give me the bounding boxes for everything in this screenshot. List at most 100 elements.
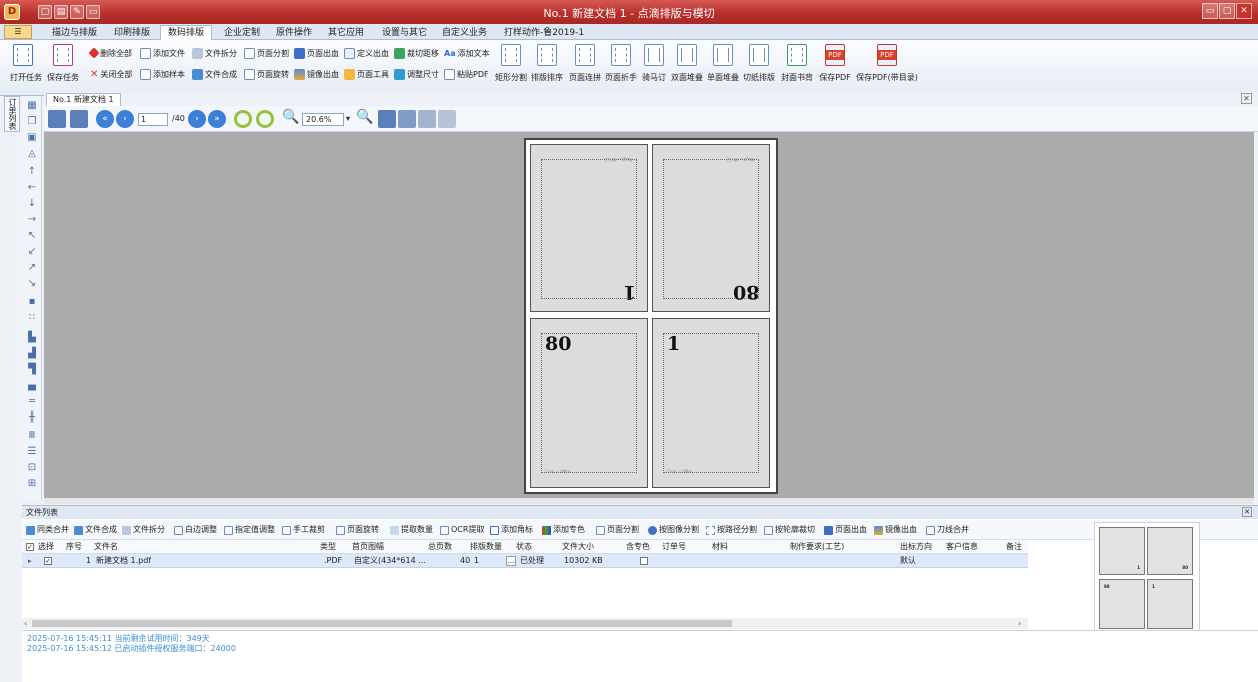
paste-pdf-button[interactable]: 粘贴PDF [444, 67, 489, 81]
canvas-scrollbar[interactable] [44, 498, 1254, 504]
column-header[interactable]: 订单号 [662, 540, 686, 554]
file-merge-button[interactable]: 文件合成 [192, 67, 237, 81]
split-by-path-button[interactable]: 按路径分割 [706, 523, 757, 537]
tab-original-ops[interactable]: 原件操作 [268, 25, 320, 40]
arrow-up-left-icon[interactable]: ↖ [25, 230, 39, 242]
page-cell[interactable]: Magz = Mh12 80 [652, 144, 770, 312]
tab-print-layout[interactable]: 印刷排版 [106, 25, 158, 40]
scroll-right-icon[interactable]: › [1018, 618, 1021, 629]
align-hcenter-icon[interactable]: ═ [25, 396, 39, 408]
page-tool-button[interactable]: 页面工具 [344, 67, 389, 81]
next-page-icon[interactable]: › [188, 110, 206, 128]
open-task-button[interactable]: 打开任务 [10, 44, 42, 83]
zoom-dropdown-icon[interactable]: ▾ [346, 114, 350, 132]
margin-adjust-button[interactable]: 白边调整 [174, 523, 217, 537]
arrow-right-icon[interactable]: → [25, 214, 39, 226]
table-hscrollbar[interactable]: ‹ › [22, 618, 1028, 629]
tab-enterprise[interactable]: 企业定制 [216, 25, 268, 40]
column-header[interactable]: 制作要求(工艺) [790, 540, 844, 554]
align-right-icon[interactable]: ▟ [25, 348, 39, 360]
close-window-button[interactable]: ✕ [1236, 3, 1252, 19]
row-layout-qty[interactable]: 1 [474, 554, 479, 568]
page-rotate-button[interactable]: 页面旋转 [244, 67, 289, 81]
file-split-button[interactable]: 文件拆分 [192, 46, 237, 60]
row-label-direction[interactable]: 默认 [900, 554, 916, 568]
page-split-button[interactable]: 页面分割 [244, 46, 289, 60]
view-double-icon[interactable] [398, 110, 416, 128]
column-header[interactable]: 总页数 [428, 540, 452, 554]
crop-offset-button[interactable]: 裁切距移 [394, 46, 439, 60]
save-task-button[interactable]: 保存任务 [46, 44, 80, 83]
row-filename[interactable]: 新建文档 1.pdf [96, 554, 151, 568]
arrow-up-right-icon[interactable]: ↗ [25, 262, 39, 274]
align-bottom-icon[interactable]: ▄ [25, 380, 39, 392]
column-header[interactable]: 首页图幅 [352, 540, 384, 554]
simplex-stack-button[interactable]: 单面堆叠 [706, 44, 740, 83]
split-by-image-button[interactable]: 按图像分割 [648, 523, 699, 537]
crop-icon[interactable]: ⊞ [25, 478, 39, 490]
row-checkbox[interactable]: ✓ [44, 557, 52, 565]
save-pdf-toc-button[interactable]: 保存PDF(带目录) [856, 44, 918, 83]
align-vcenter-icon[interactable]: ╫ [25, 412, 39, 424]
row-spot-color-checkbox[interactable] [640, 557, 648, 565]
knife-merge-button[interactable]: 刀线合并 [926, 523, 969, 537]
value-adjust-button[interactable]: 指定值调整 [224, 523, 275, 537]
column-header[interactable]: 备注 [1006, 540, 1022, 554]
zoom-select[interactable]: 20.6% [302, 113, 344, 126]
app-menu-button[interactable]: ☰ [4, 25, 32, 39]
merge-similar-button[interactable]: 同类合并 [26, 523, 69, 537]
column-header[interactable]: 序号 [66, 540, 82, 554]
page-split-tool-button[interactable]: 页面分割 [596, 523, 639, 537]
zoom-in-icon[interactable]: 🔍 [282, 109, 299, 127]
page-number-input[interactable]: 1 [138, 113, 168, 126]
arrow-down-icon[interactable]: ↓ [25, 198, 39, 210]
column-header[interactable]: 文件大小 [562, 540, 594, 554]
arrow-left-icon[interactable]: ← [25, 182, 39, 194]
cut-layout-button[interactable]: 切纸排版 [742, 44, 776, 83]
fit-width-icon[interactable] [48, 110, 66, 128]
view-single-icon[interactable] [378, 110, 396, 128]
column-header[interactable]: 文件名 [94, 540, 118, 554]
layout-canvas[interactable]: Magz = Mh12 1 Magz = Mh12 80 80 Crop = 0… [44, 132, 1254, 498]
saddle-stitch-button[interactable]: 骑马订 [640, 44, 668, 83]
add-file-button[interactable]: 添加文件 [140, 46, 185, 60]
page-cell[interactable]: Magz = Mh12 1 [530, 144, 648, 312]
table-row[interactable]: ▸ ✓ 1 新建文档 1.pdf .PDF 自定义(434*614 ... 40… [22, 554, 1028, 568]
column-header[interactable]: 客户信息 [946, 540, 978, 554]
rotate-right-icon[interactable] [256, 110, 274, 128]
scroll-left-icon[interactable]: ‹ [24, 618, 27, 629]
arrow-down-left-icon[interactable]: ↙ [25, 246, 39, 258]
page-bleed-button[interactable]: 页面出血 [294, 46, 339, 60]
view-thumbs-icon[interactable] [438, 110, 456, 128]
page-cell[interactable]: 80 Crop = 0Mm [530, 318, 648, 488]
tab-proof-action[interactable]: 打样动作-鲁2019-1 [496, 25, 592, 40]
copy-icon[interactable]: ❐ [25, 116, 39, 128]
view-grid-icon[interactable] [418, 110, 436, 128]
row-more-button[interactable]: … [506, 556, 516, 566]
cover-spine-button[interactable]: 封面书背 [780, 44, 814, 83]
grid-view-icon[interactable]: ▦ [25, 100, 39, 112]
document-tab[interactable]: No.1 新建文档 1 [46, 93, 121, 106]
rotate-left-icon[interactable] [234, 110, 252, 128]
column-header[interactable]: 排版数量 [470, 540, 502, 554]
last-page-icon[interactable]: » [208, 110, 226, 128]
tab-settings[interactable]: 设置与其它 [374, 25, 435, 40]
mirror-bleed-button[interactable]: 镜像出血 [294, 67, 339, 81]
layout-sort-button[interactable]: 排版排序 [530, 44, 564, 83]
arrow-down-right-icon[interactable]: ↘ [25, 278, 39, 290]
select-all-checkbox[interactable]: ✓ [26, 543, 34, 551]
file-merge-tool-button[interactable]: 文件合成 [74, 523, 117, 537]
page-cell[interactable]: 1 Crop = 0Mm [652, 318, 770, 488]
manual-crop-button[interactable]: 手工裁剪 [282, 523, 325, 537]
first-page-icon[interactable]: « [96, 110, 114, 128]
column-header[interactable]: 出标方向 [900, 540, 932, 554]
tile-icon[interactable]: ▪ [25, 296, 39, 308]
arrow-up-icon[interactable]: ↑ [25, 166, 39, 178]
add-sample-button[interactable]: 添加样本 [140, 67, 185, 81]
column-header[interactable]: 材料 [712, 540, 728, 554]
panel-close-icon[interactable]: ✕ [1242, 507, 1252, 517]
align-left-icon[interactable]: ▙ [25, 332, 39, 344]
page-join-button[interactable]: 页面连拼 [568, 44, 602, 83]
ocr-extract-button[interactable]: OCR提取 [440, 523, 484, 537]
add-corner-mark-button[interactable]: 添加角标 [490, 523, 533, 537]
